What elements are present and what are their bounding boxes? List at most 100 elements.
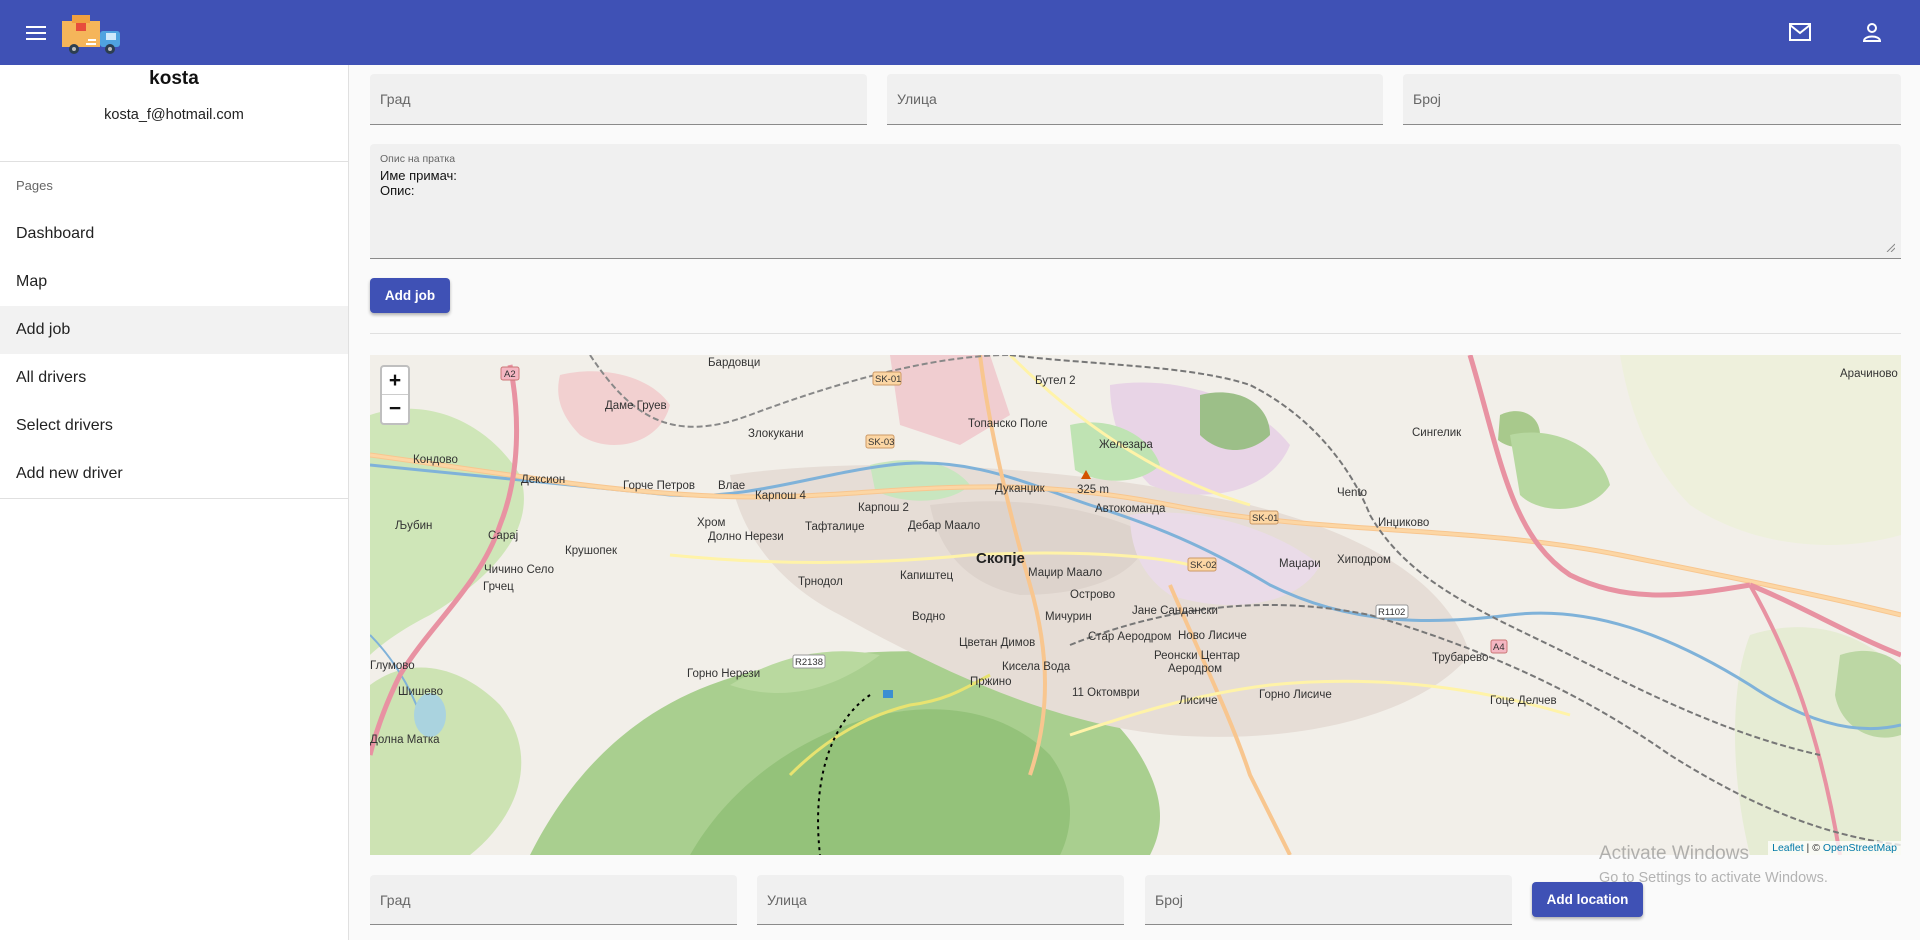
map-label: Чento bbox=[1337, 487, 1367, 499]
map-label: Цветан Димов bbox=[959, 637, 1035, 649]
map-label: Железара bbox=[1099, 439, 1153, 451]
map-label: Арачиново bbox=[1840, 368, 1898, 380]
location-street-input[interactable] bbox=[757, 875, 1124, 924]
add-location-button[interactable]: Add location bbox=[1532, 882, 1643, 917]
map-label: Сарај bbox=[488, 530, 518, 542]
map-label: Ново Лисиче bbox=[1178, 630, 1247, 642]
map-label: Хром bbox=[697, 517, 725, 529]
pages-section-label: Pages bbox=[16, 178, 53, 193]
account-icon[interactable] bbox=[1854, 14, 1890, 50]
svg-text:R1102: R1102 bbox=[1378, 607, 1405, 618]
job-number-field[interactable] bbox=[1403, 74, 1901, 125]
sidebar-item-dashboard[interactable]: Dashboard bbox=[0, 210, 348, 258]
map-label: Автокоманда bbox=[1095, 503, 1166, 515]
sidebar-divider-bottom bbox=[0, 498, 348, 499]
svg-text:R2138: R2138 bbox=[795, 657, 823, 668]
svg-text:SK-01: SK-01 bbox=[875, 374, 901, 385]
map-label: Љубин bbox=[395, 520, 432, 532]
job-city-field[interactable] bbox=[370, 74, 867, 125]
sidebar-item-add-job[interactable]: Add job bbox=[0, 306, 348, 354]
main-content: Опис на пратка Add job bbox=[350, 65, 1920, 940]
svg-text:SK-01: SK-01 bbox=[1252, 513, 1278, 524]
map-label: Шишево bbox=[398, 686, 443, 698]
zoom-out-button[interactable]: − bbox=[382, 395, 408, 423]
map-label: Долно Нерези bbox=[708, 531, 784, 543]
map-label: Дуканџик bbox=[995, 483, 1046, 495]
map-label: Реонски Центар bbox=[1154, 650, 1240, 662]
map-label: Кондово bbox=[413, 454, 458, 466]
svg-text:A2: A2 bbox=[504, 369, 516, 380]
map-label: Долна Матка bbox=[370, 734, 440, 746]
map-label: Дебар Маало bbox=[908, 520, 980, 532]
map-label: Чичино Село bbox=[484, 564, 554, 576]
sidebar: kosta kosta_f@hotmail.com Pages Dashboar… bbox=[0, 65, 349, 940]
menu-icon[interactable] bbox=[18, 15, 54, 51]
zoom-control: + − bbox=[380, 365, 410, 425]
svg-text:SK-03: SK-03 bbox=[868, 437, 894, 448]
map-label: Гоце Делчев bbox=[1490, 695, 1557, 707]
sidebar-item-all-drivers[interactable]: All drivers bbox=[0, 354, 348, 402]
resize-grip-icon[interactable] bbox=[1885, 242, 1895, 252]
map-label: Инџиково bbox=[1378, 517, 1429, 529]
map-label: Злокукани bbox=[748, 428, 804, 440]
mail-icon[interactable] bbox=[1782, 14, 1818, 50]
map-label: Сингелик bbox=[1412, 427, 1462, 439]
sidebar-item-select-drivers[interactable]: Select drivers bbox=[0, 402, 348, 450]
delivery-truck-logo[interactable] bbox=[60, 11, 126, 55]
map-label: Хиподром bbox=[1337, 554, 1391, 566]
map-label: Трубарево bbox=[1432, 652, 1488, 664]
location-city-input[interactable] bbox=[370, 875, 737, 924]
map-label: Карпош 2 bbox=[858, 502, 909, 514]
map-label: Дексион bbox=[521, 474, 565, 486]
map-label: Бутел 2 bbox=[1035, 375, 1076, 387]
map-label: Јане Сандански bbox=[1132, 605, 1218, 617]
map-label: Тафталиџе bbox=[805, 521, 865, 533]
job-city-input[interactable] bbox=[370, 74, 867, 124]
sidebar-item-map[interactable]: Map bbox=[0, 258, 348, 306]
windows-activation-watermark: Activate Windows Go to Settings to activ… bbox=[1599, 843, 1828, 886]
location-number-input[interactable] bbox=[1145, 875, 1512, 924]
map-label: Острово bbox=[1070, 589, 1115, 601]
app-bar bbox=[0, 0, 1920, 65]
svg-text:SK-02: SK-02 bbox=[1190, 560, 1216, 571]
location-number-field[interactable] bbox=[1145, 875, 1512, 925]
map-label: Горно Нерези bbox=[687, 668, 760, 680]
map-label: Глумово bbox=[370, 660, 415, 672]
job-number-input[interactable] bbox=[1403, 74, 1901, 124]
description-textarea[interactable] bbox=[380, 168, 1888, 252]
map-label: Даме Груев bbox=[605, 400, 667, 412]
section-divider bbox=[370, 333, 1901, 334]
zoom-in-button[interactable]: + bbox=[382, 367, 408, 395]
map-label: Крушопек bbox=[565, 545, 618, 557]
watermark-subtitle: Go to Settings to activate Windows. bbox=[1599, 870, 1828, 886]
map-label: Трнодол bbox=[798, 576, 843, 588]
map-label: Маџир Маало bbox=[1028, 567, 1102, 579]
job-street-field[interactable] bbox=[887, 74, 1383, 125]
map-label: Грчец bbox=[483, 581, 514, 593]
map-label: Бардовци bbox=[708, 357, 760, 369]
sidebar-nav: Dashboard Map Add job All drivers Select… bbox=[0, 210, 348, 498]
location-street-field[interactable] bbox=[757, 875, 1124, 925]
map-label: Лисиче bbox=[1179, 695, 1218, 707]
description-label: Опис на пратка bbox=[380, 153, 456, 165]
map-label: Влае bbox=[718, 480, 745, 492]
map-label-skopje: Скопје bbox=[976, 550, 1025, 567]
description-field[interactable]: Опис на пратка bbox=[370, 144, 1901, 259]
job-street-input[interactable] bbox=[887, 74, 1383, 124]
sidebar-item-add-new-driver[interactable]: Add new driver bbox=[0, 450, 348, 498]
add-job-button[interactable]: Add job bbox=[370, 278, 450, 313]
user-email: kosta_f@hotmail.com bbox=[104, 107, 244, 123]
map-label: Маџари bbox=[1279, 558, 1321, 570]
map-view[interactable]: A2 SK-01 SK-03 SK-01 SK-02 R1102 R2138 A… bbox=[370, 355, 1901, 855]
openstreetmap-link[interactable]: OpenStreetMap bbox=[1823, 842, 1897, 854]
map-label: Капиштец bbox=[900, 570, 954, 582]
map-label: Горче Петров bbox=[623, 480, 695, 492]
user-name: kosta bbox=[149, 68, 199, 89]
map-label: Топанско Поле bbox=[968, 418, 1048, 430]
location-city-field[interactable] bbox=[370, 875, 737, 925]
watermark-title: Activate Windows bbox=[1599, 843, 1749, 864]
map-label: Пржино bbox=[970, 676, 1012, 688]
map-label: Мичурин bbox=[1045, 611, 1092, 623]
map-label: 11 Октомври bbox=[1072, 687, 1140, 699]
map-label: Горно Лисиче bbox=[1259, 689, 1332, 701]
